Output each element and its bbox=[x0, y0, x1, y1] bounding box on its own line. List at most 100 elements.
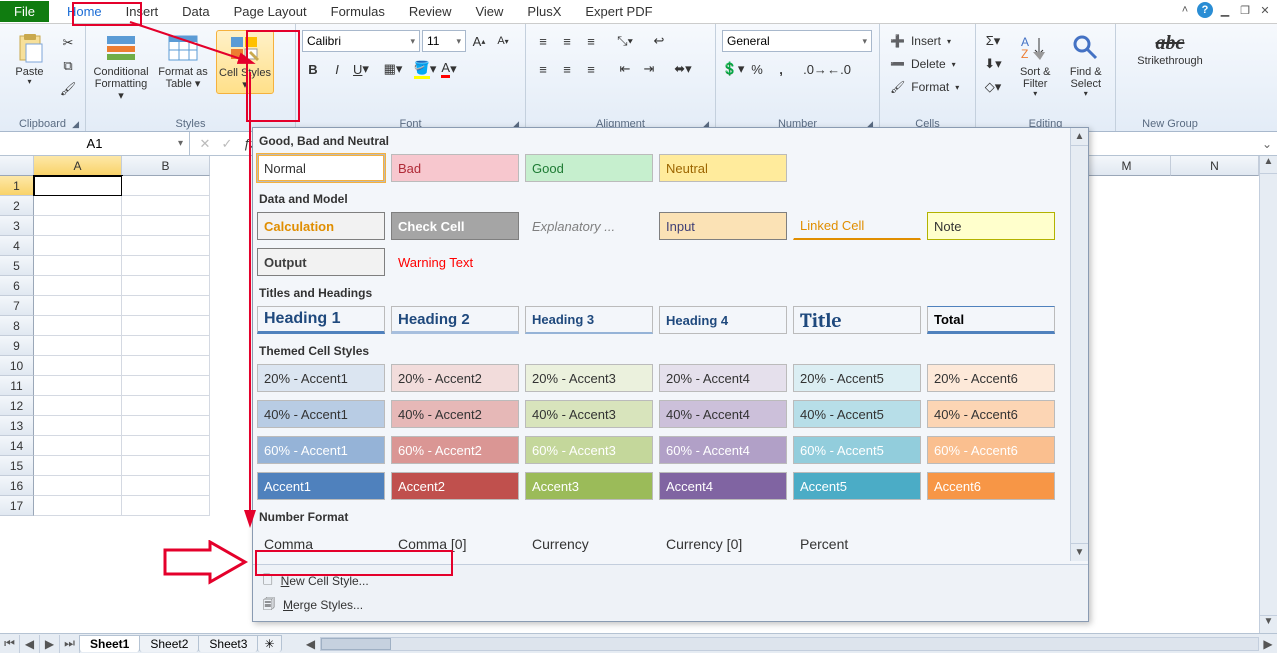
style-swatch[interactable]: 20% - Accent1 bbox=[257, 364, 385, 392]
style-swatch[interactable]: Heading 4 bbox=[659, 306, 787, 334]
style-swatch[interactable]: Currency [0] bbox=[659, 530, 787, 558]
style-swatch[interactable]: Good bbox=[525, 154, 653, 182]
style-swatch[interactable]: 60% - Accent1 bbox=[257, 436, 385, 464]
tab-plusx[interactable]: PlusX bbox=[515, 1, 573, 22]
align-top-icon[interactable]: ≡ bbox=[532, 30, 554, 52]
style-swatch[interactable]: 60% - Accent5 bbox=[793, 436, 921, 464]
increase-decimal-icon[interactable]: .0→ bbox=[804, 58, 826, 80]
gallery-scrollbar[interactable]: ▲▼ bbox=[1070, 128, 1088, 561]
orientation-icon[interactable]: ⤡▾ bbox=[614, 30, 636, 52]
format-painter-icon[interactable]: 🖌 bbox=[57, 78, 79, 100]
font-name-combo[interactable]: Calibri bbox=[302, 30, 420, 52]
underline-icon[interactable]: U▾ bbox=[350, 58, 372, 80]
cell[interactable] bbox=[34, 396, 122, 416]
shrink-font-icon[interactable]: A▾ bbox=[492, 30, 514, 52]
style-swatch[interactable]: Note bbox=[927, 212, 1055, 240]
tab-view[interactable]: View bbox=[463, 1, 515, 22]
sort-filter-button[interactable]: AZ Sort & Filter▾ bbox=[1012, 30, 1059, 101]
fill-icon[interactable]: ⬇▾ bbox=[982, 53, 1004, 75]
vertical-scrollbar[interactable]: ▲ ▼ bbox=[1259, 156, 1277, 633]
row-head-17[interactable]: 17 bbox=[0, 496, 34, 516]
style-swatch[interactable]: Normal bbox=[257, 154, 385, 182]
col-head-N[interactable]: N bbox=[1171, 156, 1259, 176]
cell[interactable] bbox=[34, 256, 122, 276]
sheet-nav-prev-icon[interactable]: ◀ bbox=[20, 635, 40, 653]
sheet-tab-2[interactable]: Sheet2 bbox=[139, 635, 199, 652]
cells-delete-button[interactable]: ➖Delete ▾ bbox=[886, 53, 960, 75]
row-head-6[interactable]: 6 bbox=[0, 276, 34, 296]
style-swatch[interactable]: Accent1 bbox=[257, 472, 385, 500]
file-tab[interactable]: File bbox=[0, 1, 49, 22]
percent-icon[interactable]: % bbox=[746, 58, 768, 80]
copy-icon[interactable]: ⧉ bbox=[57, 55, 79, 77]
sheet-tab-3[interactable]: Sheet3 bbox=[198, 635, 258, 652]
sheet-nav-first-icon[interactable]: ⏮ bbox=[0, 635, 20, 653]
tab-formulas[interactable]: Formulas bbox=[319, 1, 397, 22]
style-swatch[interactable]: 60% - Accent4 bbox=[659, 436, 787, 464]
cell[interactable] bbox=[34, 496, 122, 516]
font-size-combo[interactable]: 11 bbox=[422, 30, 466, 52]
new-cell-style-menuitem[interactable]: 🗋 New Cell Style... bbox=[259, 569, 1082, 593]
align-center-icon[interactable]: ≡ bbox=[556, 58, 578, 80]
style-swatch[interactable]: 60% - Accent6 bbox=[927, 436, 1055, 464]
cell[interactable] bbox=[34, 196, 122, 216]
style-swatch[interactable]: Heading 2 bbox=[391, 306, 519, 334]
col-head-A[interactable]: A bbox=[34, 156, 122, 176]
style-swatch[interactable]: Linked Cell bbox=[793, 212, 921, 240]
style-swatch[interactable]: 40% - Accent6 bbox=[927, 400, 1055, 428]
style-swatch[interactable]: Heading 1 bbox=[257, 306, 385, 334]
row-head-9[interactable]: 9 bbox=[0, 336, 34, 356]
cell[interactable] bbox=[34, 216, 122, 236]
style-swatch[interactable]: 40% - Accent2 bbox=[391, 400, 519, 428]
style-swatch[interactable]: Explanatory ... bbox=[525, 212, 653, 240]
tab-expertpdf[interactable]: Expert PDF bbox=[573, 1, 664, 22]
cell[interactable] bbox=[34, 296, 122, 316]
style-swatch[interactable]: Accent3 bbox=[525, 472, 653, 500]
row-head-2[interactable]: 2 bbox=[0, 196, 34, 216]
style-swatch[interactable]: Neutral bbox=[659, 154, 787, 182]
style-swatch[interactable]: 40% - Accent1 bbox=[257, 400, 385, 428]
style-swatch[interactable]: Title bbox=[793, 306, 921, 334]
style-swatch[interactable]: Input bbox=[659, 212, 787, 240]
align-right-icon[interactable]: ≡ bbox=[580, 58, 602, 80]
style-swatch[interactable]: 40% - Accent3 bbox=[525, 400, 653, 428]
bold-icon[interactable]: B bbox=[302, 58, 324, 80]
style-swatch[interactable]: 20% - Accent3 bbox=[525, 364, 653, 392]
tab-home[interactable]: Home bbox=[55, 1, 114, 22]
decrease-decimal-icon[interactable]: ←.0 bbox=[828, 58, 850, 80]
style-swatch[interactable]: 40% - Accent5 bbox=[793, 400, 921, 428]
font-color-icon[interactable]: A▾ bbox=[438, 58, 460, 80]
style-swatch[interactable]: Comma bbox=[257, 530, 385, 558]
ribbon-collapse-icon[interactable]: ˄ bbox=[1177, 2, 1193, 18]
minimize-icon[interactable]: ▁ bbox=[1217, 2, 1233, 18]
row-head-13[interactable]: 13 bbox=[0, 416, 34, 436]
style-swatch[interactable]: 20% - Accent6 bbox=[927, 364, 1055, 392]
cell[interactable] bbox=[34, 376, 122, 396]
align-middle-icon[interactable]: ≡ bbox=[556, 30, 578, 52]
sheet-tab-1[interactable]: Sheet1 bbox=[79, 635, 140, 652]
style-swatch[interactable]: Total bbox=[927, 306, 1055, 334]
style-swatch[interactable]: Check Cell bbox=[391, 212, 519, 240]
row-head-16[interactable]: 16 bbox=[0, 476, 34, 496]
tab-review[interactable]: Review bbox=[397, 1, 464, 22]
wrap-text-icon[interactable]: ↩ bbox=[648, 30, 670, 52]
style-swatch[interactable]: Comma [0] bbox=[391, 530, 519, 558]
help-icon[interactable]: ? bbox=[1197, 2, 1213, 18]
row-head-14[interactable]: 14 bbox=[0, 436, 34, 456]
horizontal-scrollbar[interactable]: ◀▶ bbox=[302, 636, 1277, 652]
style-swatch[interactable]: 40% - Accent4 bbox=[659, 400, 787, 428]
style-swatch[interactable]: 20% - Accent4 bbox=[659, 364, 787, 392]
cell[interactable] bbox=[34, 236, 122, 256]
cells-format-button[interactable]: 🖌Format ▾ bbox=[886, 76, 963, 98]
style-swatch[interactable]: 20% - Accent2 bbox=[391, 364, 519, 392]
style-swatch[interactable]: Accent4 bbox=[659, 472, 787, 500]
comma-icon[interactable]: , bbox=[770, 58, 792, 80]
style-swatch[interactable]: Percent bbox=[793, 530, 921, 558]
style-swatch[interactable]: Calculation bbox=[257, 212, 385, 240]
row-head-8[interactable]: 8 bbox=[0, 316, 34, 336]
cell[interactable] bbox=[34, 456, 122, 476]
select-all-corner[interactable] bbox=[0, 156, 34, 176]
merge-center-icon[interactable]: ⬌▾ bbox=[672, 58, 694, 80]
cell[interactable] bbox=[34, 276, 122, 296]
style-swatch[interactable]: 60% - Accent2 bbox=[391, 436, 519, 464]
